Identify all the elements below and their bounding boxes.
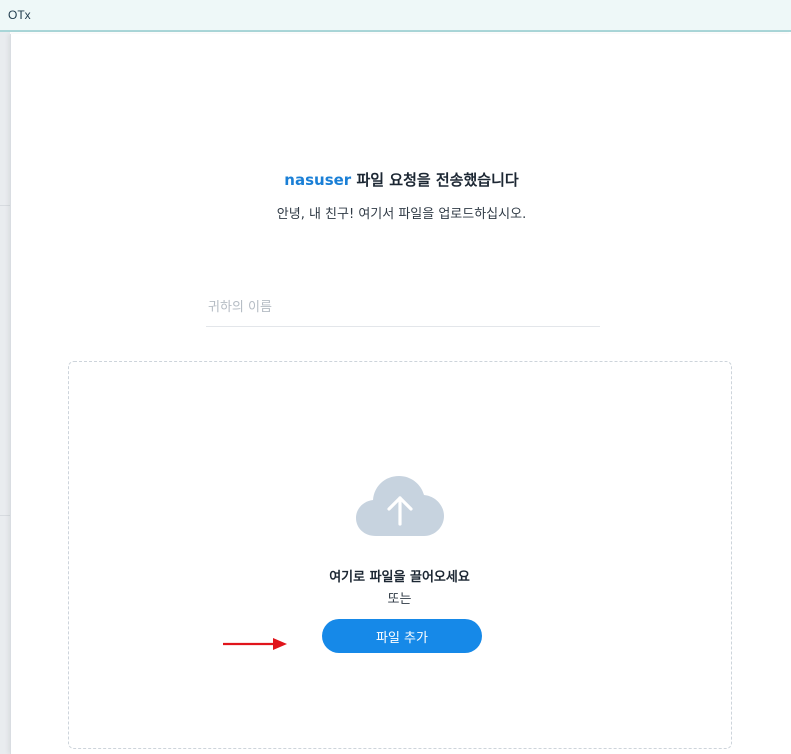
drop-prompt: 여기로 파일을 끌어오세요 xyxy=(329,570,470,585)
add-file-button[interactable]: 파일 추가 xyxy=(322,619,482,653)
page-title-text: 파일 요청을 전송했습니다 xyxy=(351,171,519,189)
window-title: OTx xyxy=(8,8,31,22)
or-separator: 또는 xyxy=(387,592,412,607)
request-message: 안녕, 내 친구! 여기서 파일을 업로드하십시오. xyxy=(276,207,527,222)
name-input[interactable] xyxy=(206,288,600,327)
red-arrow-icon xyxy=(223,638,287,650)
screenshot-viewport: OTx nasuser 파일 요청을 전송했습니다 안녕, 내 친구! 여기서 … xyxy=(0,0,791,754)
file-request-window: nasuser 파일 요청을 전송했습니다 안녕, 내 친구! 여기서 파일을 … xyxy=(10,34,791,754)
background-divider xyxy=(0,205,10,206)
page-title: nasuser 파일 요청을 전송했습니다 xyxy=(11,169,791,190)
requester-username: nasuser xyxy=(284,171,352,189)
cloud-upload-icon xyxy=(356,476,444,536)
background-page-edge xyxy=(0,0,10,754)
background-divider xyxy=(0,515,10,516)
file-drop-zone[interactable]: 여기로 파일을 끌어오세요 또는 파일 추가 xyxy=(68,361,732,749)
window-titlebar[interactable]: OTx xyxy=(0,0,791,32)
